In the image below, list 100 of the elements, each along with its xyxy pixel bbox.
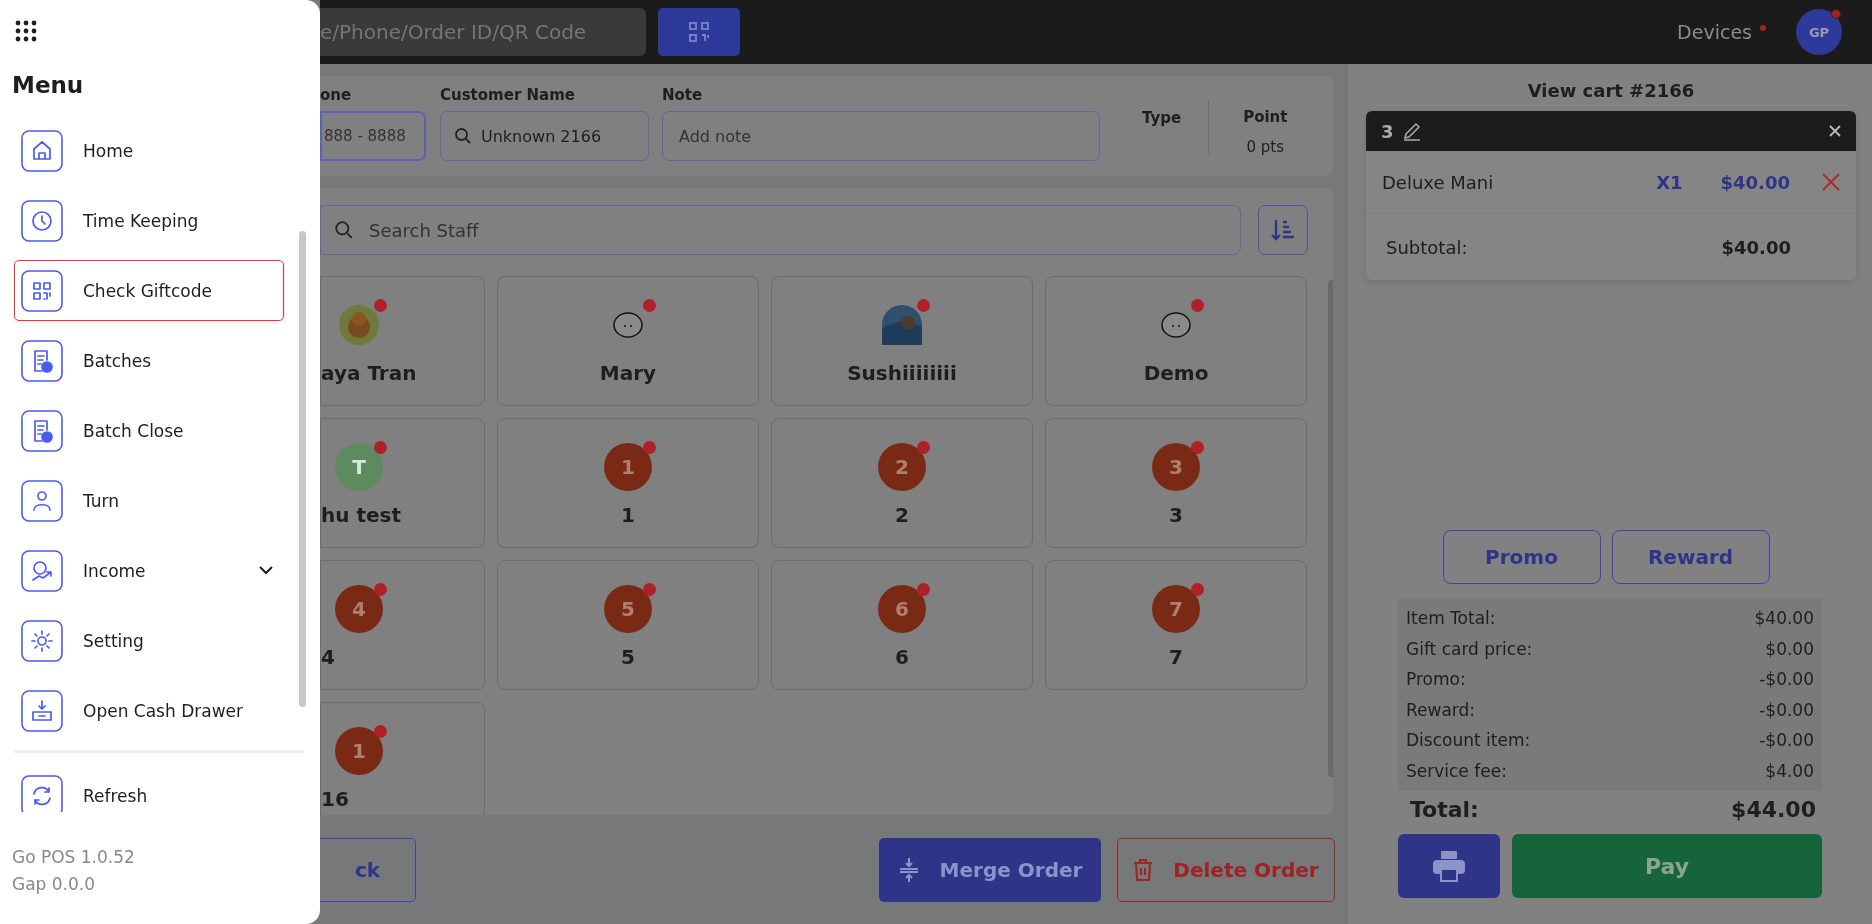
clock-icon (21, 199, 63, 242)
cash-drawer-icon (21, 689, 63, 732)
summary-value: $40.00 (1754, 607, 1814, 630)
avatar-number: 5 (604, 585, 652, 633)
summary-label: Gift card price: (1406, 637, 1533, 661)
summary-label: Promo: (1406, 668, 1466, 691)
menu-item[interactable]: Turn (14, 470, 284, 531)
staff-tile[interactable]: 7 7 (1045, 560, 1307, 690)
summary-value: -$0.00 (1759, 729, 1814, 752)
item-quantity[interactable]: X1 (1656, 171, 1683, 193)
avatar-number: 4 (335, 585, 383, 633)
staff-tile[interactable]: 1 1 (497, 418, 759, 548)
discount-button[interactable]: Reward (1611, 530, 1770, 584)
sort-button[interactable] (1258, 205, 1308, 255)
cart-title: View cart #2166 (1526, 80, 1696, 101)
staff-name: Sushiiiiiiii (847, 361, 957, 385)
staff-tile[interactable]: Sushiiiiiiii (771, 276, 1033, 406)
staff-name: 4 (321, 645, 335, 669)
staff-name: aya Tran (321, 361, 417, 385)
staff-name: 6 (895, 645, 909, 669)
staff-tile[interactable]: 3 3 (1045, 418, 1307, 548)
avatar-number: 3 (1152, 443, 1200, 491)
menu-item[interactable]: Time Keeping (14, 190, 284, 251)
field-label: one (320, 86, 353, 104)
field-label: Customer Name (440, 86, 576, 104)
qr-scan-button[interactable] (658, 8, 740, 56)
item-name: Deluxe Mani (1382, 171, 1495, 193)
summary-label: Reward: (1406, 698, 1476, 722)
staff-tile[interactable]: 1 16 (320, 702, 485, 815)
user-avatar[interactable]: GP (1796, 9, 1842, 55)
menu-item[interactable]: Batch Close (14, 400, 284, 461)
close-icon[interactable] (1828, 124, 1842, 138)
summary-label: Discount item: (1406, 729, 1531, 752)
staff-tile[interactable]: 6 6 (771, 560, 1033, 690)
note-field[interactable]: Add note (662, 111, 1100, 161)
staff-tile[interactable]: 4 4 (320, 560, 485, 690)
trash-icon (1133, 857, 1154, 882)
total-value: $44.00 (1731, 797, 1816, 822)
staff-name: 1 (621, 503, 635, 527)
apps-grid-icon[interactable] (15, 20, 37, 42)
version-text: Go POS 1.0.52 (12, 846, 136, 869)
version-text: Gap 0.0.0 (12, 873, 97, 896)
point-value: 0 pts (1246, 138, 1285, 156)
avatar-number: 2 (878, 443, 926, 491)
scrollbar[interactable] (299, 231, 306, 707)
search-field[interactable]: e/Phone/Order ID/QR Code (320, 8, 646, 56)
menu-item[interactable]: Setting (14, 610, 284, 671)
pay-button[interactable]: Pay (1512, 834, 1822, 898)
staff-name: hu test (321, 503, 402, 527)
staff-tile[interactable]: aya Tran (320, 276, 485, 406)
menu-item[interactable]: Open Cash Drawer (14, 680, 284, 741)
menu-item[interactable]: Refresh (14, 765, 284, 812)
receipt-dollar-icon (21, 339, 63, 382)
staff-name: 3 (1169, 503, 1183, 527)
summary-label: Item Total: (1406, 607, 1496, 630)
menu-item[interactable]: Batches (14, 330, 284, 391)
menu-item[interactable]: Check Giftcode (14, 260, 284, 321)
merge-icon (897, 856, 920, 883)
summary-value: $4.00 (1765, 759, 1814, 783)
menu-title: Menu (12, 72, 85, 98)
search-icon (334, 220, 354, 240)
menu-item[interactable]: Income (14, 540, 284, 601)
item-price: $40.00 (1720, 171, 1790, 193)
back-button[interactable]: ck (320, 837, 416, 902)
staff-name: 16 (321, 787, 349, 811)
staff-tile[interactable]: Mary (497, 276, 759, 406)
staff-tile[interactable]: 5 5 (497, 560, 759, 690)
staff-name: Demo (1143, 361, 1209, 385)
discount-button[interactable]: Promo (1442, 530, 1601, 584)
staff-name: 7 (1169, 645, 1183, 669)
chevron-down-icon[interactable] (259, 566, 273, 575)
field-label: Note (662, 86, 704, 104)
staff-tile[interactable]: Demo (1045, 276, 1307, 406)
point-label: Point (1243, 108, 1288, 126)
qr-code-icon (688, 21, 710, 43)
search-field[interactable]: Search Staff (320, 205, 1241, 255)
staff-name: Mary (599, 361, 657, 385)
subtotal-value: $40.00 (1721, 236, 1791, 258)
phone-field[interactable]: 888 - 8888 (320, 111, 426, 161)
print-button[interactable] (1398, 834, 1500, 898)
customer-name-field[interactable]: Unknown 2166 (440, 111, 649, 161)
pencil-icon[interactable] (1401, 121, 1422, 141)
staff-name: 5 (621, 645, 635, 669)
home-icon (21, 129, 63, 172)
avatar-initial: T (335, 443, 383, 491)
staff-tile[interactable]: T hu test (320, 418, 485, 548)
total-label: Total: (1410, 797, 1479, 822)
menu-item[interactable]: Home (14, 120, 284, 181)
refresh-icon (21, 774, 63, 812)
avatar-number: 6 (878, 585, 926, 633)
staff-tile[interactable]: 2 2 (771, 418, 1033, 548)
dollar-chart-icon (21, 549, 63, 592)
qr-code-icon (21, 269, 63, 312)
avatar-number: 7 (1152, 585, 1200, 633)
merge-order-button[interactable]: Merge Order (879, 837, 1101, 902)
summary-value: -$0.00 (1759, 698, 1814, 722)
summary-value: $0.00 (1765, 637, 1814, 661)
search-icon (454, 127, 472, 145)
settings-icon (21, 619, 63, 662)
devices-link[interactable]: Devices (1677, 21, 1752, 43)
